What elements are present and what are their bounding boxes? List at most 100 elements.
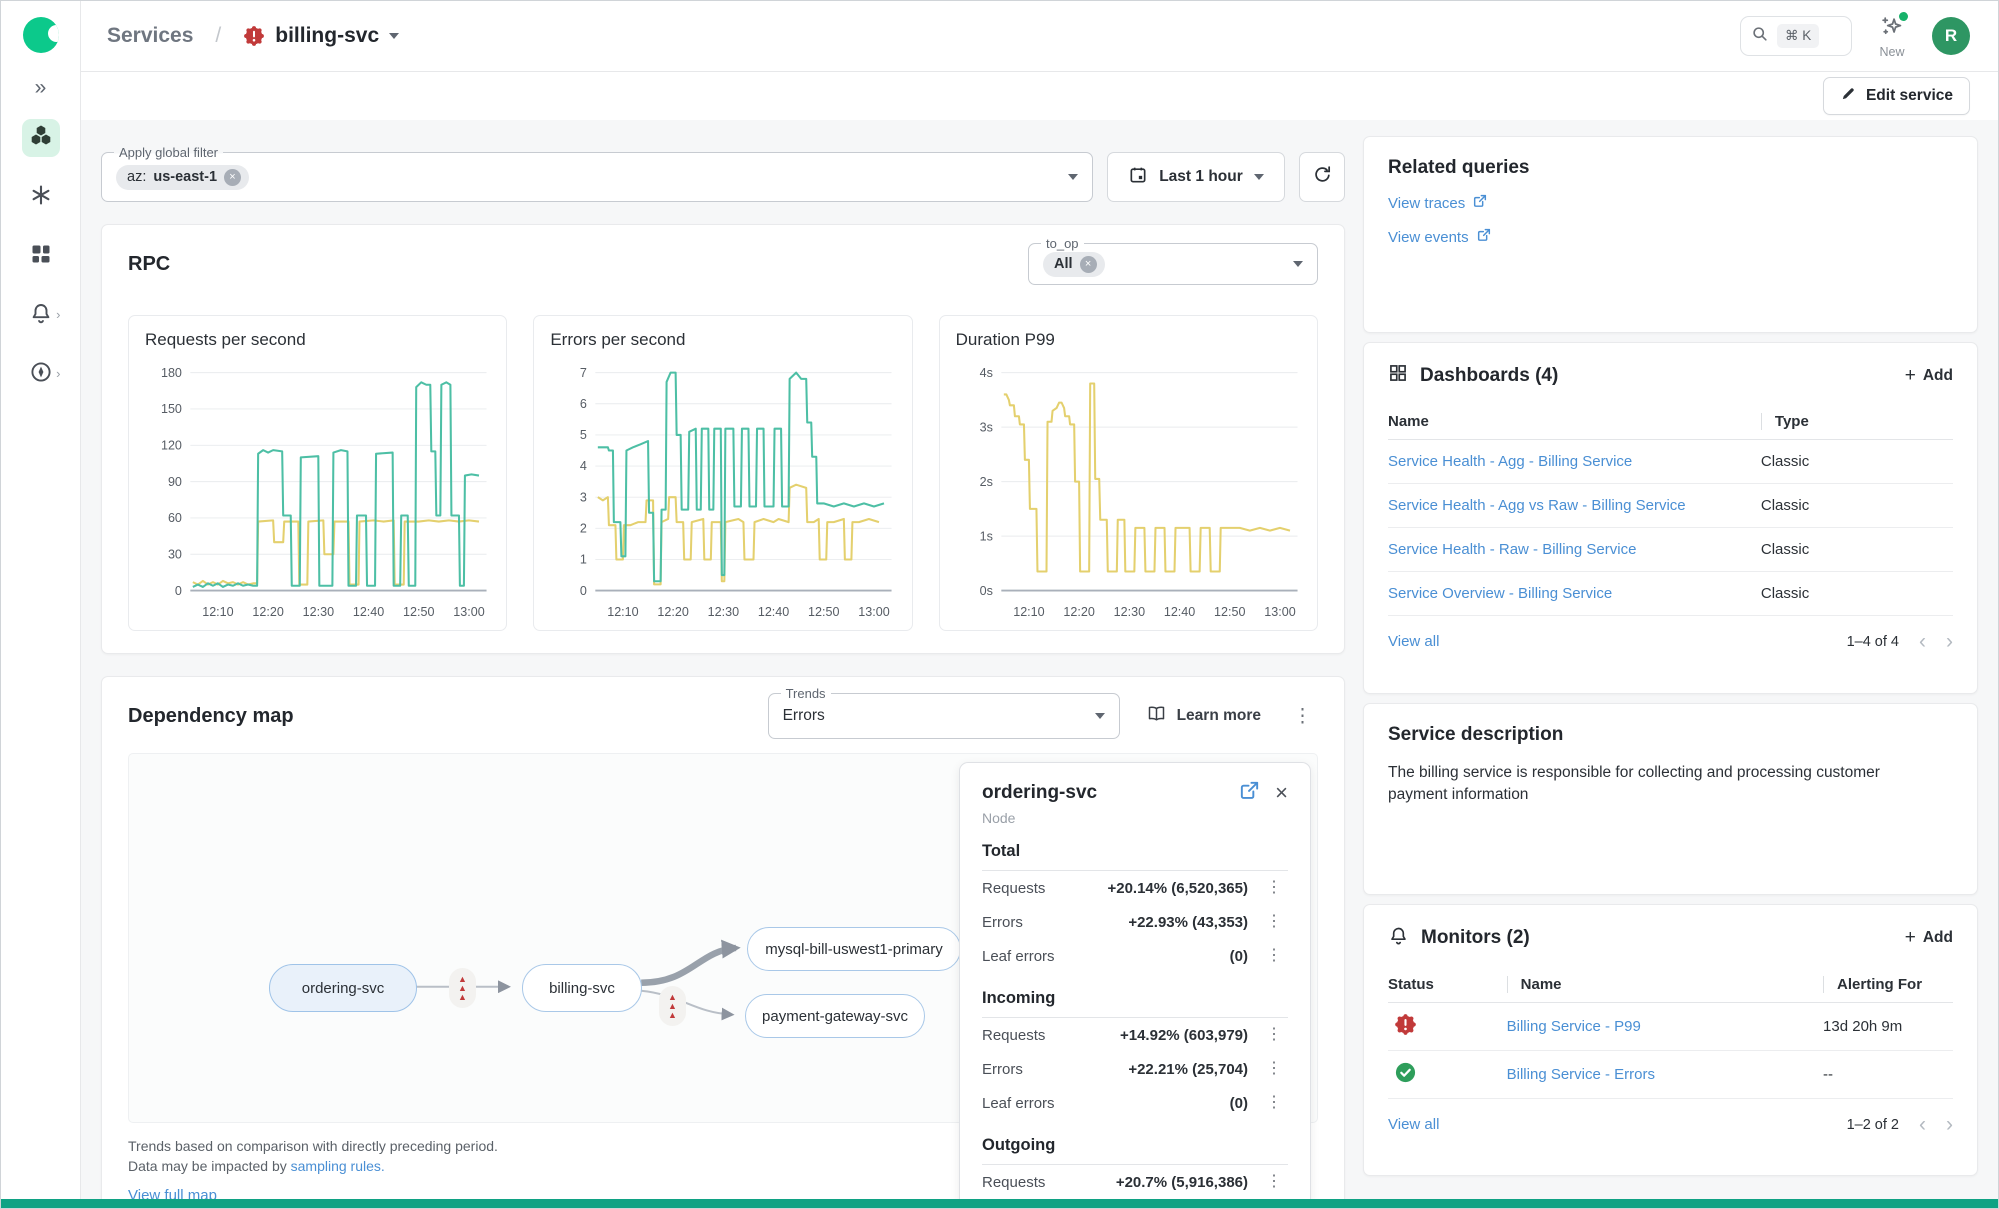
sidebar-item-dashboards[interactable] — [22, 237, 60, 275]
add-monitor-button[interactable]: + Add — [1905, 927, 1953, 949]
service-description-title: Service description — [1388, 724, 1953, 746]
breadcrumb: Services / billing-svc — [107, 24, 399, 48]
metric-row: Requests +20.7% (5,916,386) ⋮ — [982, 1165, 1288, 1199]
kebab-menu-icon[interactable]: ⋮ — [1260, 1025, 1288, 1045]
svg-text:0s: 0s — [979, 584, 992, 598]
kebab-menu-icon[interactable]: ⋮ — [1260, 912, 1288, 932]
sidebar-item-collections[interactable] — [22, 178, 60, 216]
chevron-down-icon[interactable] — [389, 33, 399, 39]
time-range-picker[interactable]: Last 1 hour — [1107, 152, 1285, 202]
search-input[interactable]: ⌘ K — [1740, 16, 1852, 56]
map-node-payment-gateway-svc[interactable]: payment-gateway-svc — [745, 994, 925, 1038]
sidebar-item-alerts[interactable]: › — [22, 296, 60, 334]
view-full-map-link[interactable]: View full map — [128, 1187, 217, 1199]
add-dashboard-button[interactable]: + Add — [1905, 365, 1953, 387]
sidebar-item-explorer[interactable]: › — [22, 355, 60, 393]
chevron-left-icon[interactable]: ‹ — [1919, 631, 1926, 652]
sidebar-expand-icon[interactable]: » — [35, 77, 47, 98]
kebab-menu-icon[interactable]: ⋮ — [1260, 946, 1288, 966]
panel-title: ordering-svc — [982, 782, 1097, 804]
global-filter-input[interactable]: Apply global filter az: us-east-1 × — [101, 152, 1093, 202]
column-status: Status — [1388, 976, 1507, 993]
metric-label: Requests — [982, 880, 1045, 897]
dependency-map-canvas[interactable]: ordering-svc ▲ ▲ ▲ billing-svc mysql-bil… — [128, 753, 1318, 1123]
chip-remove-icon[interactable]: × — [1080, 256, 1097, 273]
kebab-menu-icon[interactable]: ⋮ — [1260, 878, 1288, 898]
grid-icon — [1388, 363, 1408, 388]
kebab-menu-icon[interactable]: ⋮ — [1260, 1172, 1288, 1192]
brand-logo[interactable] — [23, 17, 59, 53]
svg-text:12:50: 12:50 — [1214, 605, 1245, 619]
add-label: Add — [1923, 367, 1953, 385]
chevron-down-icon[interactable] — [1293, 261, 1303, 267]
svg-text:12:30: 12:30 — [708, 605, 739, 619]
panel-section-incoming: Incoming — [982, 989, 1288, 1018]
refresh-button[interactable] — [1299, 152, 1345, 202]
view-traces-link[interactable]: View traces — [1388, 193, 1488, 213]
monitor-link[interactable]: Billing Service - P99 — [1507, 1018, 1641, 1035]
sampling-rules-link[interactable]: sampling rules. — [291, 1158, 385, 1174]
map-node-billing-svc[interactable]: billing-svc — [522, 964, 642, 1012]
svg-text:2: 2 — [580, 522, 587, 536]
chip-remove-icon[interactable]: × — [224, 169, 241, 186]
chevron-right-icon[interactable]: › — [1946, 631, 1953, 652]
dashboards-icon — [29, 242, 53, 271]
monitor-link[interactable]: Billing Service - Errors — [1507, 1066, 1655, 1083]
global-filter-label: Apply global filter — [114, 144, 223, 161]
edge-trend-badge[interactable]: ▲ ▲ ▲ — [449, 968, 476, 1008]
edit-service-button[interactable]: Edit service — [1823, 77, 1970, 115]
close-icon[interactable]: × — [1275, 782, 1288, 804]
to-op-chip[interactable]: All × — [1043, 252, 1105, 277]
chart-title: Errors per second — [550, 330, 903, 350]
chart-plot[interactable]: 0s1s2s3s4s12:1012:2012:3012:4012:5013:00 — [956, 354, 1309, 626]
filter-chip-az[interactable]: az: us-east-1 × — [116, 165, 249, 190]
filter-chip-key: az: — [127, 169, 146, 185]
kebab-menu-icon[interactable]: ⋮ — [1260, 1059, 1288, 1079]
view-all-dashboards-link[interactable]: View all — [1388, 633, 1439, 650]
svg-text:12:40: 12:40 — [758, 605, 789, 619]
kebab-menu-icon[interactable]: ⋮ — [1260, 1093, 1288, 1113]
sidebar-item-services[interactable] — [22, 119, 60, 157]
chevron-down-icon[interactable] — [1095, 713, 1105, 719]
calendar-icon — [1128, 165, 1148, 190]
metric-row: Leaf errors (0) ⋮ — [982, 939, 1288, 973]
kebab-menu-icon[interactable]: ⋮ — [1287, 705, 1318, 728]
dashboards-title: Dashboards (4) — [1420, 365, 1558, 387]
svg-text:13:00: 13:00 — [453, 605, 484, 619]
dashboard-link[interactable]: Service Health - Raw - Billing Service — [1388, 541, 1636, 558]
metric-row: Requests +20.14% (6,520,365) ⋮ — [982, 871, 1288, 905]
learn-more-button[interactable]: Learn more — [1146, 703, 1261, 729]
open-in-new-icon[interactable] — [1238, 779, 1261, 807]
breadcrumb-current-service[interactable]: billing-svc — [275, 24, 379, 48]
chevron-left-icon[interactable]: ‹ — [1919, 1114, 1926, 1135]
trends-select[interactable]: Trends Errors — [768, 693, 1120, 739]
submenu-chevron-icon: › — [56, 366, 60, 381]
edge-trend-badge[interactable]: ▲ ▲ ▲ — [659, 986, 686, 1026]
dashboard-link[interactable]: Service Overview - Billing Service — [1388, 585, 1612, 602]
chart-plot[interactable]: 0123456712:1012:2012:3012:4012:5013:00 — [550, 354, 903, 626]
view-events-link[interactable]: View events — [1388, 227, 1492, 247]
search-icon — [1750, 24, 1769, 48]
dashboard-type: Classic — [1761, 541, 1953, 558]
to-op-select[interactable]: to_op All × — [1028, 243, 1318, 285]
view-all-monitors-link[interactable]: View all — [1388, 1116, 1439, 1133]
dashboard-link[interactable]: Service Health - Agg - Billing Service — [1388, 453, 1632, 470]
chevron-right-icon[interactable]: › — [1946, 1114, 1953, 1135]
monitors-section: Monitors (2) + Add Status Name Alerting … — [1363, 904, 1978, 1176]
whats-new-button[interactable]: New — [1870, 14, 1914, 59]
svg-text:3: 3 — [580, 490, 587, 504]
node-label: payment-gateway-svc — [762, 1008, 908, 1025]
metric-value: +22.21% (25,704) — [1128, 1061, 1248, 1078]
chart-plot[interactable]: 030609012015018012:1012:2012:3012:4012:5… — [145, 354, 498, 626]
avatar[interactable]: R — [1932, 17, 1970, 55]
map-node-ordering-svc[interactable]: ordering-svc — [269, 964, 417, 1012]
sidebar: » — [1, 1, 81, 1199]
ok-status-icon — [1394, 1061, 1417, 1084]
chevron-down-icon[interactable] — [1068, 174, 1078, 180]
column-name: Name — [1388, 413, 1761, 430]
breadcrumb-services-link[interactable]: Services — [107, 24, 193, 48]
map-node-mysql-bill-uswest1-primary[interactable]: mysql-bill-uswest1-primary — [747, 927, 961, 971]
metric-row: Errors +22.21% (25,704) ⋮ — [982, 1052, 1288, 1086]
dashboard-link[interactable]: Service Health - Agg vs Raw - Billing Se… — [1388, 497, 1686, 514]
service-description-body: The billing service is responsible for c… — [1388, 762, 1908, 807]
